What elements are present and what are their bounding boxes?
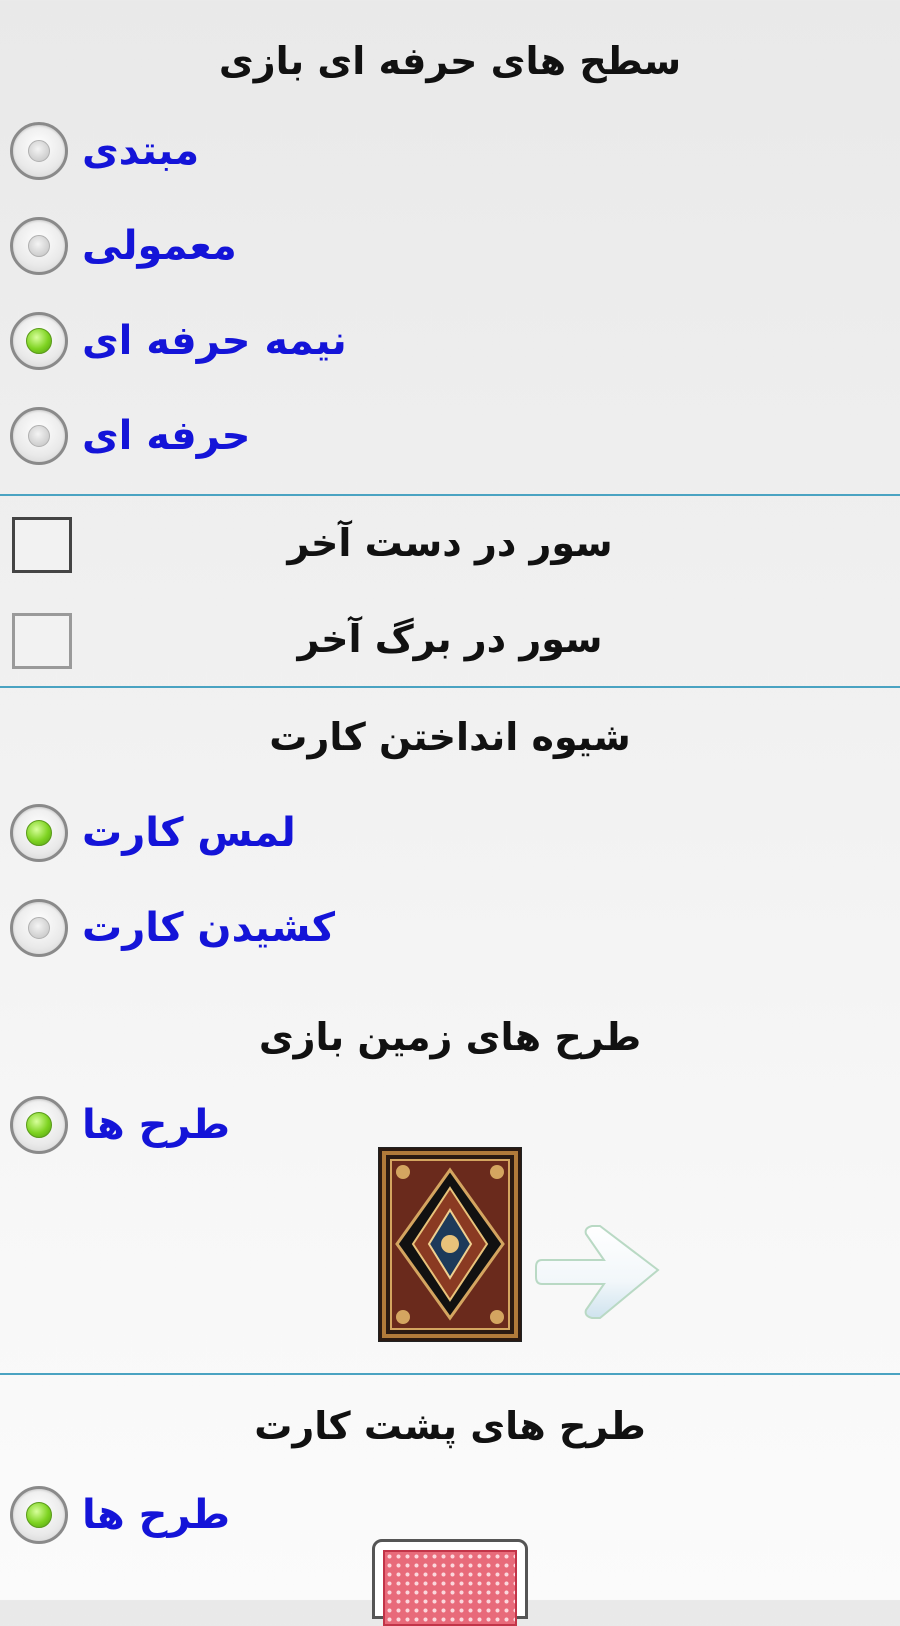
option-label: نیمه حرفه ای xyxy=(82,318,347,364)
option-label: معمولی xyxy=(82,223,237,269)
play-method-touch[interactable]: لمس کارت xyxy=(10,803,296,863)
option-label: کشیدن کارت xyxy=(82,905,335,951)
level-option-beginner[interactable]: مبتدی xyxy=(10,121,199,181)
table-design-title: طرح های زمین بازی xyxy=(258,1015,642,1059)
arrow-right-icon[interactable] xyxy=(534,1222,664,1322)
radio-button-checked[interactable] xyxy=(10,1096,68,1154)
card-back-option[interactable]: طرح ها xyxy=(10,1485,230,1545)
option-label: لمس کارت xyxy=(82,810,296,856)
level-option-pro[interactable]: حرفه ای xyxy=(10,406,250,466)
sour-last-hand-label: سور در دست آخر xyxy=(287,521,613,565)
radio-button[interactable] xyxy=(10,217,68,275)
card-back-preview-image[interactable] xyxy=(372,1539,528,1626)
card-back-title: طرح های پشت کارت xyxy=(254,1404,646,1448)
table-design-option[interactable]: طرح ها xyxy=(10,1095,230,1155)
option-label: طرح ها xyxy=(82,1102,231,1148)
radio-button[interactable] xyxy=(10,407,68,465)
option-label: مبتدی xyxy=(82,128,200,174)
radio-button-checked[interactable] xyxy=(10,804,68,862)
radio-button[interactable] xyxy=(10,899,68,957)
radio-button[interactable] xyxy=(10,122,68,180)
sour-last-card-label: سور در برگ آخر xyxy=(297,617,603,661)
level-option-normal[interactable]: معمولی xyxy=(10,216,237,276)
radio-button-checked[interactable] xyxy=(10,1486,68,1544)
section-divider xyxy=(0,494,900,496)
radio-button-checked[interactable] xyxy=(10,312,68,370)
option-label: حرفه ای xyxy=(82,413,251,459)
play-method-drag[interactable]: کشیدن کارت xyxy=(10,898,335,958)
skill-levels-title: سطح های حرفه ای بازی xyxy=(218,39,682,83)
carpet-preview-image[interactable] xyxy=(378,1147,522,1342)
section-divider xyxy=(0,1373,900,1375)
level-option-semi-pro[interactable]: نیمه حرفه ای xyxy=(10,311,347,371)
section-divider xyxy=(0,686,900,688)
play-method-title: شیوه انداختن کارت xyxy=(269,715,631,759)
option-label: طرح ها xyxy=(82,1492,231,1538)
